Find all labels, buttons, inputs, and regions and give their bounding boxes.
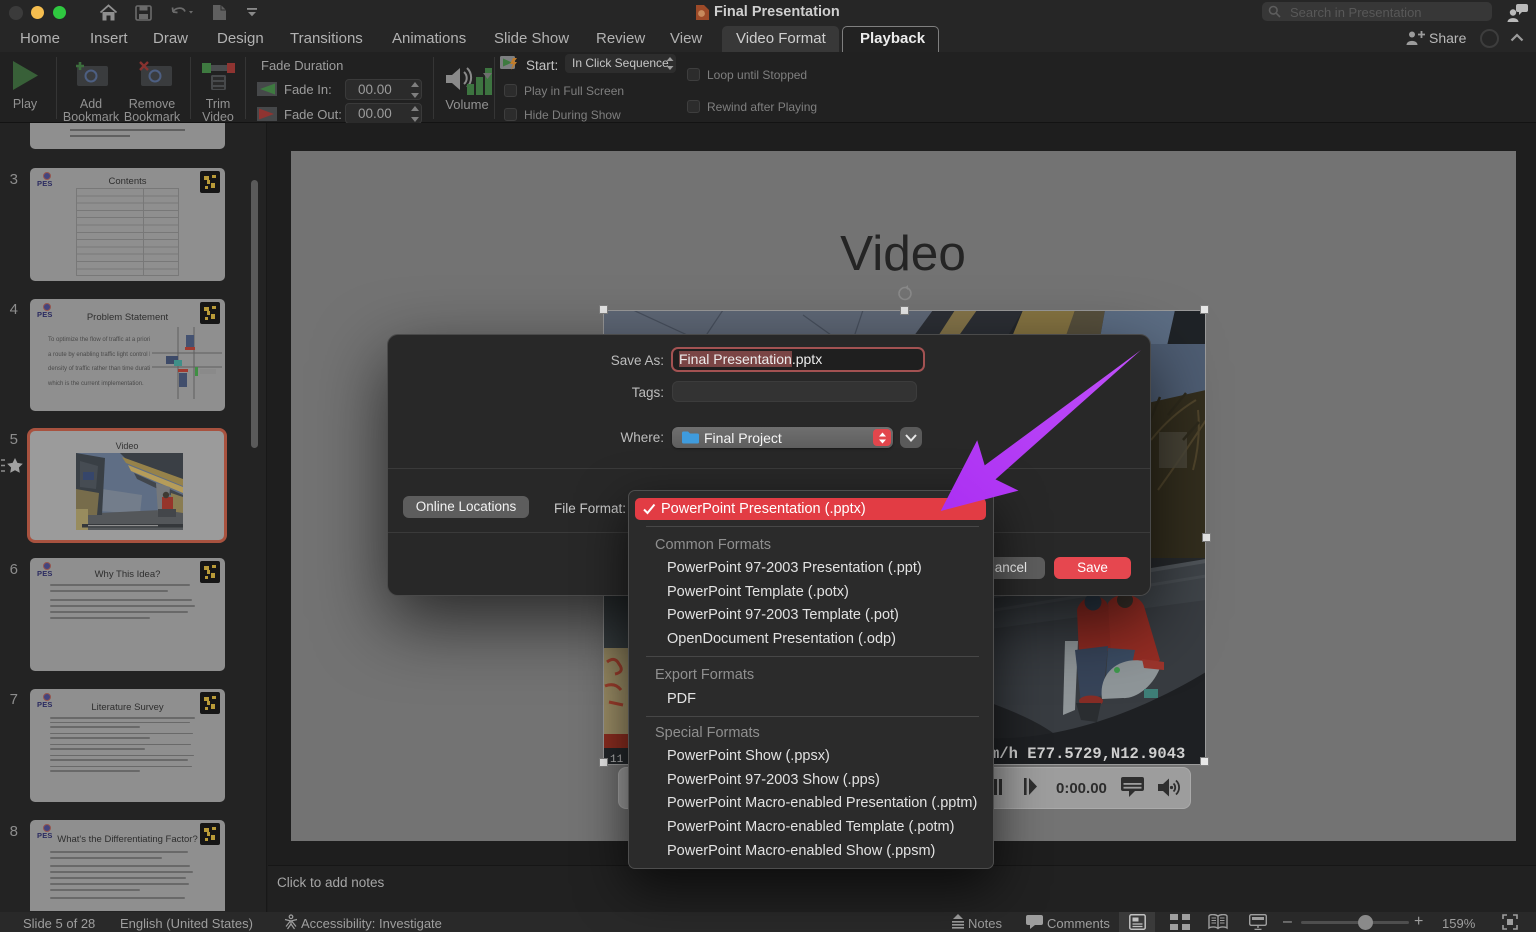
svg-text:11: 11 [610, 754, 624, 765]
